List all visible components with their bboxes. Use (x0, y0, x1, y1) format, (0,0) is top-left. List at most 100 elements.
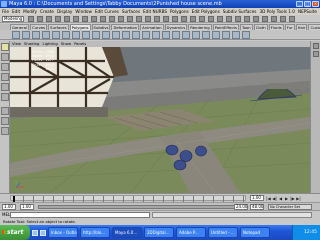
status-line-icon[interactable] (289, 16, 295, 22)
status-line-icon[interactable] (181, 16, 187, 22)
status-line-icon[interactable] (100, 16, 106, 22)
time-slider[interactable]: 1.00 |◀ ◀| ◀ ▶ |▶ ▶| (0, 193, 320, 202)
taskbar-button[interactable]: http://blo... (80, 227, 110, 238)
status-line-icon[interactable] (28, 16, 34, 22)
menu-item[interactable]: Edit Curves (95, 9, 119, 14)
status-line-icon[interactable] (280, 16, 286, 22)
maximize-button[interactable]: □ (304, 1, 311, 7)
status-line-icon[interactable] (235, 16, 241, 22)
status-line-icon[interactable] (244, 16, 250, 22)
menu-item[interactable]: File (2, 9, 9, 14)
shelf-tool-icon[interactable] (182, 31, 190, 39)
status-line-icon[interactable] (136, 16, 142, 22)
shelf-tool-icon[interactable] (202, 31, 210, 39)
shelf-tool-icon[interactable] (142, 31, 150, 39)
shelf-tool-icon[interactable] (22, 31, 30, 39)
menu-item[interactable]: Edit Polygons (192, 9, 220, 14)
menu-item[interactable]: 3D Poly Tools 1.0 (260, 9, 295, 14)
taskbar-button[interactable]: Maya 6.0... (112, 227, 142, 238)
status-line-icon[interactable] (163, 16, 169, 22)
quick-launch-icon[interactable] (32, 229, 38, 236)
shelf-tool-icon[interactable] (242, 31, 250, 39)
menu-item[interactable]: Edit NURBS (143, 9, 167, 14)
shelf-tool-icon[interactable] (42, 31, 50, 39)
panel-menu-item[interactable]: Lighting (42, 41, 57, 46)
shelf-tool-icon[interactable] (82, 31, 90, 39)
shelf-tool-icon[interactable] (32, 31, 40, 39)
play-forwards-button[interactable]: ▶ (284, 196, 289, 201)
panel-menu-item[interactable]: Shading (24, 41, 39, 46)
shelf-tool-icon[interactable] (162, 31, 170, 39)
manipulator-tool-icon[interactable] (1, 93, 9, 101)
minimize-button[interactable]: _ (296, 1, 303, 7)
menu-item[interactable]: Polygons (170, 9, 189, 14)
status-line-icon[interactable] (145, 16, 151, 22)
range-slider-bar[interactable] (38, 205, 238, 209)
play-backwards-button[interactable]: ◀ (278, 196, 283, 201)
single-pane-layout-icon[interactable] (1, 107, 9, 115)
shelf-tool-icon[interactable] (222, 31, 230, 39)
menu-set-dropdown[interactable]: Modeling (2, 16, 24, 22)
shelf-tool-icon[interactable] (172, 31, 180, 39)
panel-menu-item[interactable]: Panels (74, 41, 86, 46)
step-back-button[interactable]: ◀| (272, 196, 277, 201)
status-line-icon[interactable] (172, 16, 178, 22)
perspective-viewport[interactable]: Verts: 2836 Edges: 4916 Faces: 2077 Tris: 4041 U… (10, 47, 310, 193)
step-forward-button[interactable]: |▶ (290, 196, 295, 201)
taskbar-button[interactable]: 2DDigital... (144, 227, 174, 238)
four-pane-layout-icon[interactable] (1, 117, 9, 125)
status-line-icon[interactable] (91, 16, 97, 22)
select-tool-icon[interactable] (1, 43, 9, 51)
shelf-tool-icon[interactable] (152, 31, 160, 39)
shelf-tool-icon[interactable] (232, 31, 240, 39)
shelf-tool-icon[interactable] (52, 31, 60, 39)
close-button[interactable]: × (312, 1, 319, 7)
go-to-start-button[interactable]: |◀ (266, 196, 271, 201)
menu-item[interactable]: Display (57, 9, 72, 14)
status-line-icon[interactable] (46, 16, 52, 22)
taskbar-button[interactable]: Untitled - ... (208, 227, 238, 238)
status-line-icon[interactable] (154, 16, 160, 22)
layer-editor-toggle-icon[interactable] (313, 51, 319, 57)
menu-item[interactable]: Surfaces (122, 9, 140, 14)
status-line-icon[interactable] (253, 16, 259, 22)
status-line-icon[interactable] (271, 16, 277, 22)
scale-tool-icon[interactable] (1, 83, 9, 91)
status-line-icon[interactable] (208, 16, 214, 22)
menu-item[interactable]: Window (75, 9, 92, 14)
status-line-icon[interactable] (55, 16, 61, 22)
status-line-icon[interactable] (82, 16, 88, 22)
panel-menu-item[interactable]: View (12, 41, 21, 46)
menu-item[interactable]: Edit (12, 9, 20, 14)
status-line-icon[interactable] (73, 16, 79, 22)
menu-item[interactable]: Create (40, 9, 54, 14)
rotate-tool-icon[interactable] (1, 73, 9, 81)
shelf-tool-icon[interactable] (92, 31, 100, 39)
shelf-tool-icon[interactable] (122, 31, 130, 39)
taskbar-button[interactable]: Notepad (240, 227, 270, 238)
status-line-icon[interactable] (217, 16, 223, 22)
move-tool-icon[interactable] (1, 63, 9, 71)
shelf-tool-icon[interactable] (212, 31, 220, 39)
panel-menu-item[interactable]: Show (61, 41, 71, 46)
shelf-tool-icon[interactable] (72, 31, 80, 39)
shelf-tool-icon[interactable] (12, 31, 20, 39)
taskbar-button[interactable]: Adobe P... (176, 227, 206, 238)
status-line-icon[interactable] (109, 16, 115, 22)
status-line-icon[interactable] (199, 16, 205, 22)
shelf-tool-icon[interactable] (62, 31, 70, 39)
shelf-tool-icon[interactable] (192, 31, 200, 39)
current-frame-field[interactable]: 1.00 (250, 195, 264, 201)
taskbar-button[interactable]: Inbox - Outlook (48, 227, 78, 238)
menu-item[interactable]: Modify (23, 9, 37, 14)
outliner-layout-icon[interactable] (1, 127, 9, 135)
menu-item[interactable]: Subdiv Surfaces (223, 9, 257, 14)
status-line-icon[interactable] (37, 16, 43, 22)
shelf-tool-icon[interactable] (132, 31, 140, 39)
start-button[interactable]: start (0, 225, 30, 240)
shelf-tool-icon[interactable] (112, 31, 120, 39)
shelf-tool-icon[interactable] (102, 31, 110, 39)
lasso-tool-icon[interactable] (1, 53, 9, 61)
status-line-icon[interactable] (190, 16, 196, 22)
status-line-icon[interactable] (226, 16, 232, 22)
